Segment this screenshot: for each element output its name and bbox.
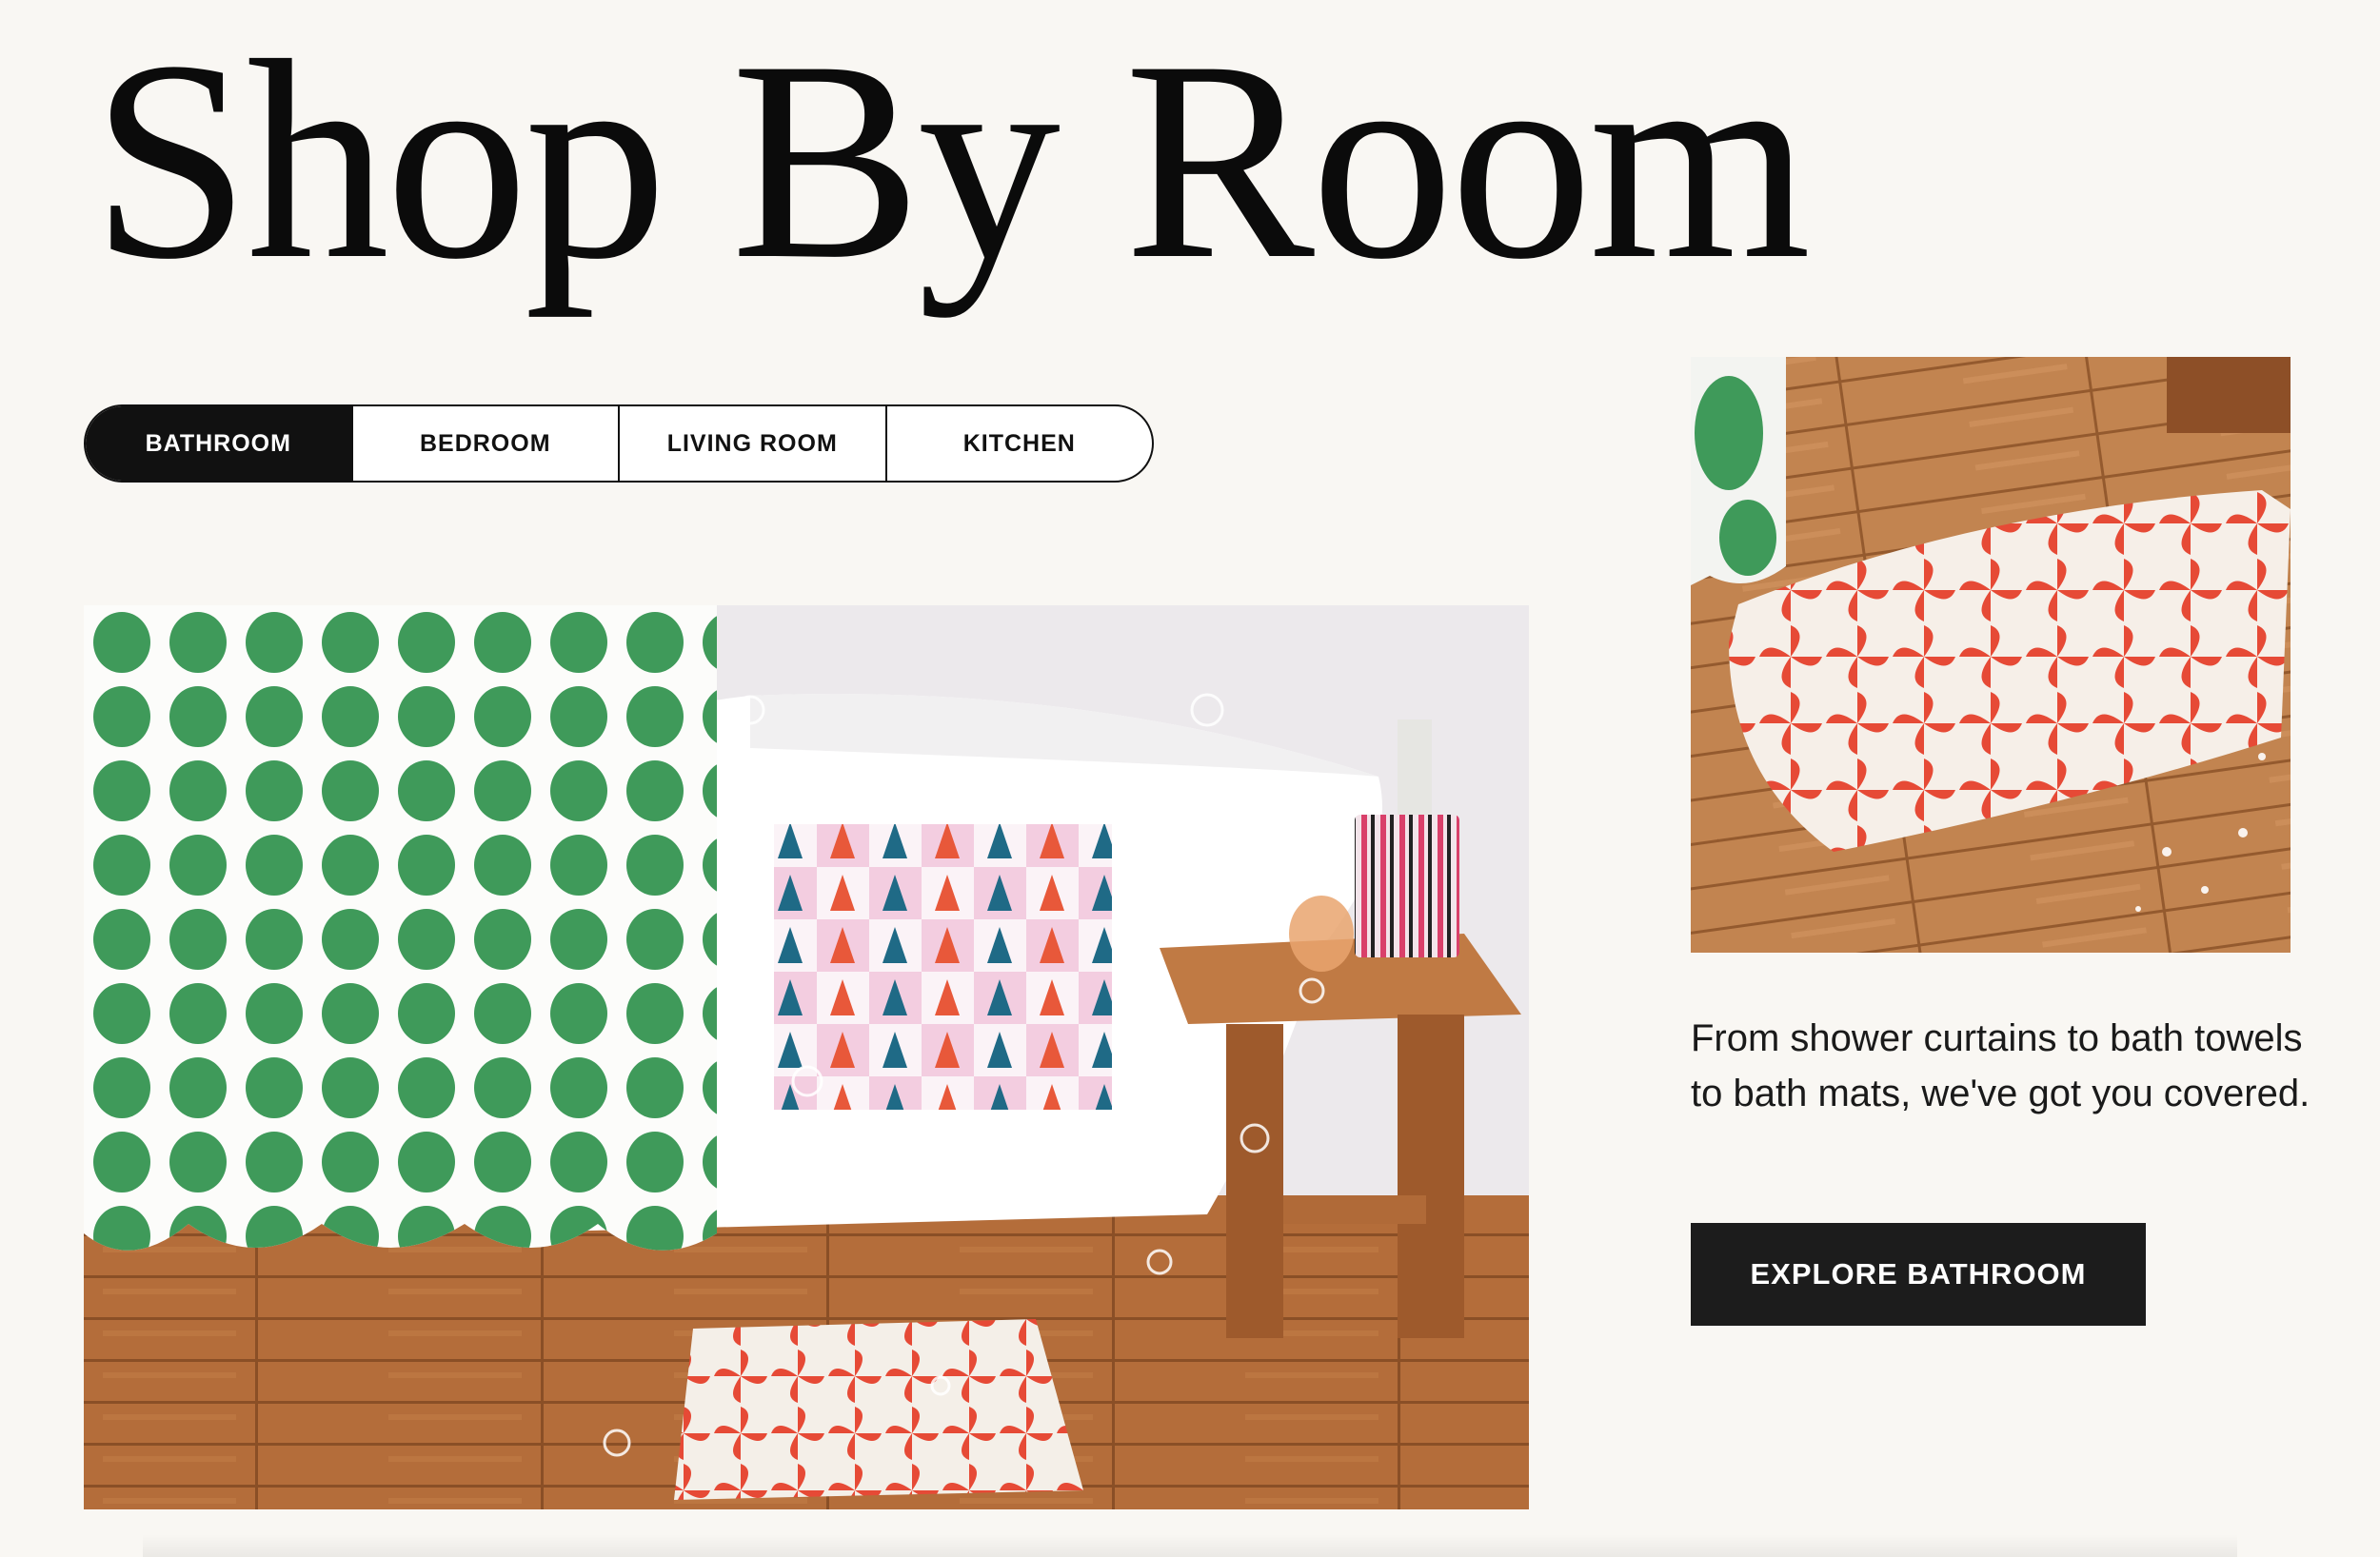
section-description: From shower curtains to bath towels to b…	[1691, 1017, 2311, 1114]
tab-bedroom[interactable]: BEDROOM	[350, 406, 619, 481]
tab-kitchen[interactable]: KITCHEN	[884, 406, 1153, 481]
page-title: Shop By Room	[91, 2, 1811, 318]
room-tabs: BATHROOM BEDROOM LIVING ROOM KITCHEN	[84, 404, 1154, 483]
tab-bathroom[interactable]: BATHROOM	[86, 406, 351, 481]
bathroom-hero-image[interactable]	[84, 605, 1529, 1509]
explore-bathroom-button[interactable]: EXPLORE BATHROOM	[1691, 1223, 2146, 1326]
tab-living-room[interactable]: LIVING ROOM	[618, 406, 885, 481]
section-divider	[143, 1534, 2237, 1557]
bath-mat-image[interactable]	[1691, 357, 2291, 953]
